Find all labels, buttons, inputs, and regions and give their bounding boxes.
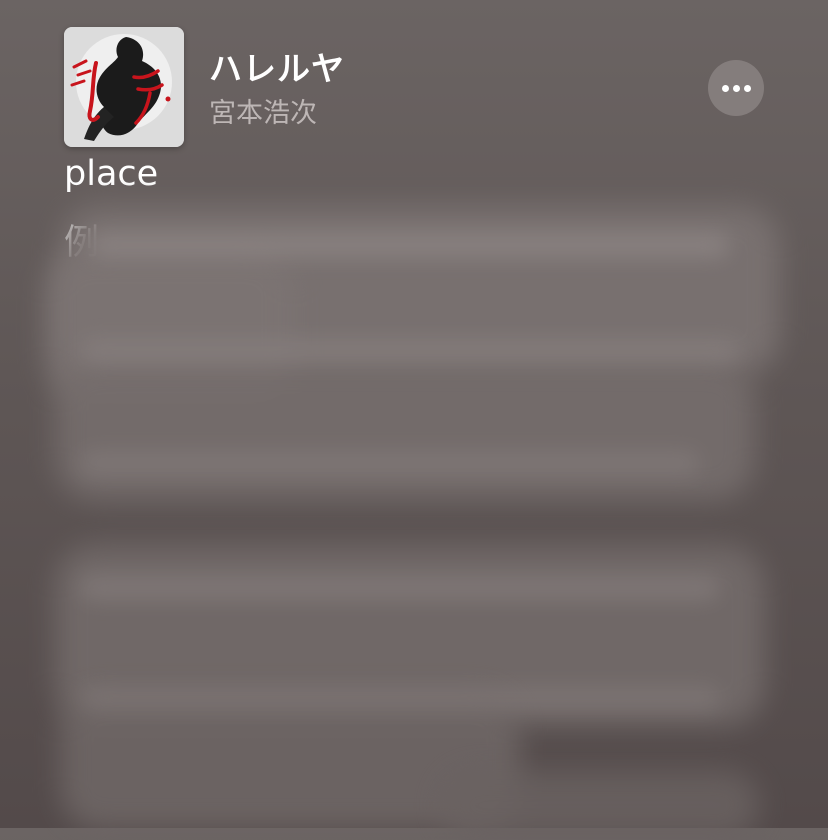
- track-title: ハレルヤ: [209, 49, 345, 88]
- lyric-line-1: place: [64, 154, 159, 194]
- album-artwork[interactable]: [64, 27, 184, 147]
- lyric-line-2: 例: [64, 223, 100, 263]
- ellipsis-icon: [720, 84, 753, 92]
- track-artist[interactable]: 宮本浩次: [209, 91, 317, 130]
- more-options-button[interactable]: [708, 60, 764, 116]
- blurred-lyrics-block-1: [60, 205, 780, 375]
- blurred-lyrics-block-3: [55, 360, 755, 500]
- blurred-lyrics-block-6: [440, 770, 760, 840]
- blurred-lyrics-block-4: [55, 545, 765, 725]
- blurred-lyrics-block-5: [60, 690, 520, 830]
- blurred-lyrics-block-2: [45, 250, 295, 400]
- blurred-text-row: [90, 232, 730, 258]
- blurred-text-row: [80, 338, 740, 364]
- blurred-text-row: [80, 685, 720, 711]
- blurred-text-row: [80, 575, 720, 601]
- album-artwork-image: [64, 27, 184, 147]
- blurred-text-row: [80, 450, 700, 476]
